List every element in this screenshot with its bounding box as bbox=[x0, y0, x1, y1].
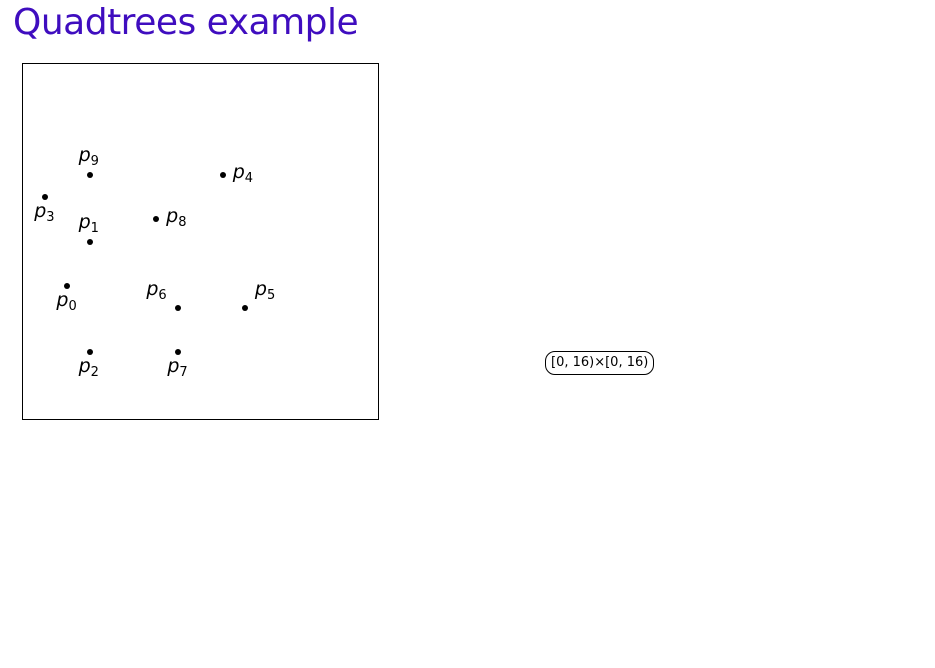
point-label-index: 9 bbox=[90, 153, 99, 169]
point-label-name: p bbox=[166, 205, 179, 228]
point-label-p7: p7 bbox=[167, 355, 188, 381]
quadtree-root-node: [0, 16)×[0, 16) bbox=[545, 351, 655, 375]
point-label-p3: p3 bbox=[34, 200, 55, 226]
root-node-label: [0, 16)×[0, 16) bbox=[551, 355, 649, 370]
point-dot-p5 bbox=[241, 305, 248, 312]
point-label-name: p bbox=[78, 210, 91, 233]
point-label-p0: p0 bbox=[56, 288, 77, 314]
point-label-name: p bbox=[146, 278, 159, 301]
point-dot-p9 bbox=[86, 171, 93, 178]
point-label-name: p bbox=[254, 278, 267, 301]
point-label-p5: p5 bbox=[254, 278, 276, 304]
point-label-index: 1 bbox=[90, 220, 99, 236]
point-label-index: 2 bbox=[90, 365, 99, 381]
point-label-name: p bbox=[78, 143, 91, 166]
point-label-index: 3 bbox=[46, 210, 55, 226]
point-label-p2: p2 bbox=[78, 355, 99, 381]
point-plot-area: p0 p1 p2 p3 p4 p5 p6 p7 p8 p9 bbox=[22, 63, 379, 420]
point-label-index: 7 bbox=[179, 365, 188, 381]
point-dot-p1 bbox=[86, 238, 93, 245]
point-label-name: p bbox=[232, 160, 245, 183]
point-label-index: 0 bbox=[68, 298, 77, 314]
point-label-p1: p1 bbox=[78, 210, 99, 236]
point-dot-p6 bbox=[175, 305, 182, 312]
point-label-name: p bbox=[34, 200, 47, 223]
point-label-name: p bbox=[167, 355, 180, 378]
point-dot-p4 bbox=[219, 171, 226, 178]
point-label-p9: p9 bbox=[78, 143, 99, 169]
point-label-index: 4 bbox=[244, 170, 254, 186]
point-label-p8: p8 bbox=[166, 205, 187, 231]
point-label-name: p bbox=[56, 288, 69, 311]
point-dot-p8 bbox=[153, 216, 160, 223]
point-label-index: 6 bbox=[158, 288, 167, 304]
slide-title: Quadtrees example bbox=[13, 2, 359, 43]
point-label-name: p bbox=[78, 355, 91, 378]
point-label-p6: p6 bbox=[146, 278, 167, 304]
point-label-index: 8 bbox=[178, 215, 187, 231]
point-label-index: 5 bbox=[266, 288, 276, 304]
point-label-p4: p4 bbox=[232, 160, 254, 186]
